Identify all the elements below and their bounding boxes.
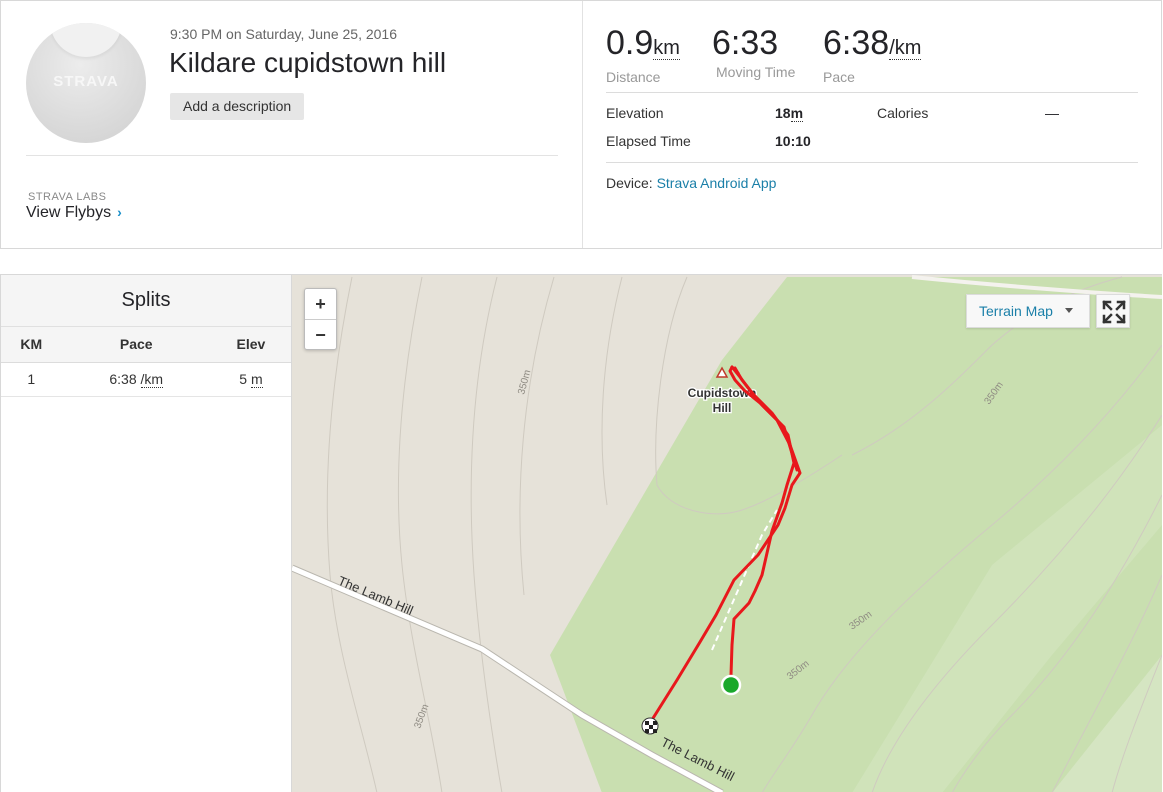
avatar-shirt [50, 23, 122, 57]
elevation-label: Elevation [606, 105, 664, 121]
splits-title: Splits [1, 275, 291, 327]
contour-label: 350m [412, 703, 431, 730]
split-elev-value: 5 [239, 371, 248, 387]
distance-unit: km [653, 37, 680, 60]
contour-label: 350m [516, 369, 533, 396]
chevron-right-icon: › [117, 204, 122, 220]
divider [606, 162, 1138, 163]
avatar-logo: STRAVA [53, 73, 119, 90]
moving-time-value: 6:33 [712, 24, 779, 62]
start-marker-icon [720, 674, 742, 696]
route-map[interactable]: 350m 350m 350m 350m 350m The Lamb Hill T… [292, 274, 1162, 792]
activity-date: 9:30 PM on Saturday, June 25, 2016 [170, 26, 398, 42]
split-pace-value: 6:38 [109, 371, 137, 387]
calories-label: Calories [877, 105, 929, 121]
view-flybys-link[interactable]: View Flybys › [26, 204, 122, 222]
splits-header-km: KM [1, 327, 62, 363]
split-elev-unit: m [250, 371, 263, 388]
splits-header-elev: Elev [210, 327, 291, 363]
stat-distance: 0.9km Distance [606, 23, 680, 85]
zoom-in-button[interactable]: + [305, 289, 336, 319]
elapsed-time-label: Elapsed Time [606, 133, 691, 149]
pace-label: Pace [823, 69, 855, 85]
device-link[interactable]: Strava Android App [657, 175, 777, 191]
avatar[interactable]: STRAVA [26, 23, 146, 143]
distance-label: Distance [606, 69, 661, 85]
peak-label: Hill [713, 401, 732, 415]
elapsed-time-value: 10:10 [775, 133, 811, 149]
strava-labs-label: STRAVA LABS [28, 191, 107, 203]
distance-value: 0.9 [606, 24, 654, 62]
splits-panel: Splits KM Pace Elev 1 6:38 /km 5 m [0, 274, 292, 792]
split-elev: 5 m [210, 362, 291, 397]
fullscreen-button[interactable] [1096, 294, 1130, 328]
calories-value: — [1045, 105, 1059, 121]
splits-header-row: KM Pace Elev [1, 327, 291, 363]
add-description-button[interactable]: Add a description [170, 93, 305, 120]
table-row: 1 6:38 /km 5 m [1, 362, 291, 397]
device-label: Device: [606, 175, 653, 191]
moving-time-label: Moving Time [716, 64, 796, 80]
divider [606, 92, 1138, 93]
elevation-value: 18m [775, 105, 804, 122]
zoom-control: + − [304, 288, 337, 350]
pace-unit: /km [889, 37, 922, 60]
split-km: 1 [1, 362, 62, 397]
stat-pace: 6:38/km Pace [823, 23, 922, 85]
split-pace-unit: /km [140, 371, 164, 388]
activity-summary: STRAVA 9:30 PM on Saturday, June 25, 201… [1, 1, 583, 248]
caret-down-icon [1065, 308, 1073, 313]
activity-header: STRAVA 9:30 PM on Saturday, June 25, 201… [0, 0, 1162, 249]
pace-value: 6:38 [823, 24, 890, 62]
map-layer-dropdown[interactable]: Terrain Map [966, 294, 1090, 328]
activity-title: Kildare cupidstown hill [169, 47, 447, 78]
splits-header-pace: Pace [61, 327, 211, 363]
elevation-unit: m [790, 105, 804, 122]
stat-moving-time: 6:33 Moving Time [712, 23, 795, 80]
zoom-out-button[interactable]: − [305, 319, 336, 349]
map-layer-label: Terrain Map [979, 303, 1053, 319]
elevation-number: 18 [775, 105, 791, 121]
device-row: Device: Strava Android App [606, 175, 776, 191]
map-canvas[interactable]: 350m 350m 350m 350m 350m The Lamb Hill T… [292, 275, 1162, 792]
activity-stats: 0.9km Distance 6:33 Moving Time 6:38/km … [584, 1, 1162, 248]
split-pace: 6:38 /km [61, 362, 211, 397]
divider [26, 155, 558, 156]
view-flybys-label: View Flybys [26, 204, 112, 221]
expand-icon [1102, 300, 1126, 324]
splits-table: KM Pace Elev 1 6:38 /km 5 m [1, 327, 291, 397]
